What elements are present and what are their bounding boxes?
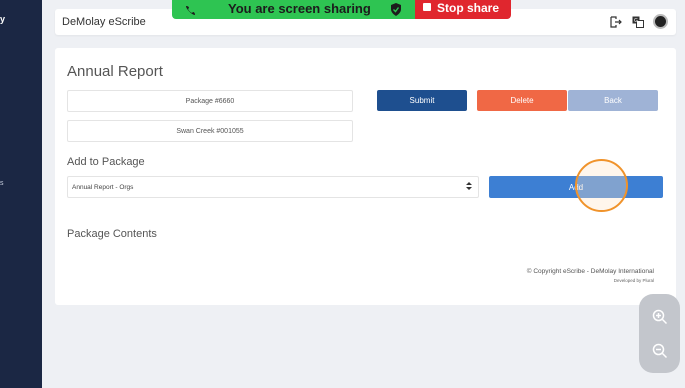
share-status: You are screen sharing <box>172 0 415 19</box>
logout-icon[interactable] <box>609 15 623 29</box>
copyright-text: © Copyright eScribe - DeMolay Internatio… <box>526 268 654 275</box>
sidebar-logo-fragment: y <box>0 14 6 24</box>
select-value: Annual Report - Orgs <box>72 183 134 191</box>
stop-share-button[interactable]: Stop share <box>415 0 511 19</box>
stop-square-icon <box>423 3 431 11</box>
sidebar: y s <box>0 0 42 388</box>
chapter-field: Swan Creek #001055 <box>67 120 353 142</box>
developed-by-text: Developed by Plural <box>613 278 654 283</box>
package-contents-label: Package Contents <box>67 228 157 240</box>
package-field: Package #6660 <box>67 90 353 112</box>
avatar[interactable] <box>653 14 668 29</box>
submit-button[interactable]: Submit <box>377 90 467 111</box>
report-type-select[interactable]: Annual Report - Orgs <box>67 176 479 198</box>
phone-icon <box>184 3 196 21</box>
zoom-controls <box>639 294 680 373</box>
click-indicator <box>575 159 628 212</box>
zoom-in-icon[interactable] <box>649 306 670 327</box>
zoom-out-icon[interactable] <box>649 340 670 361</box>
stop-share-label: Stop share <box>437 1 500 15</box>
svg-text:G: G <box>634 18 638 24</box>
select-caret-icon <box>466 181 472 191</box>
annual-report-card: Annual Report Package #6660 Swan Creek #… <box>55 48 676 305</box>
top-icons: G <box>609 14 668 29</box>
translate-icon[interactable]: G <box>631 15 645 29</box>
back-button[interactable]: Back <box>568 90 658 111</box>
share-message: You are screen sharing <box>228 1 371 16</box>
add-to-package-label: Add to Package <box>67 156 145 168</box>
app-title: DeMolay eScribe <box>62 16 146 28</box>
page-title: Annual Report <box>67 63 163 80</box>
delete-button[interactable]: Delete <box>477 90 567 111</box>
shield-check-icon <box>390 3 402 21</box>
sidebar-item-fragment[interactable]: s <box>0 180 4 187</box>
screen-share-bar: You are screen sharing Stop share <box>172 0 511 19</box>
